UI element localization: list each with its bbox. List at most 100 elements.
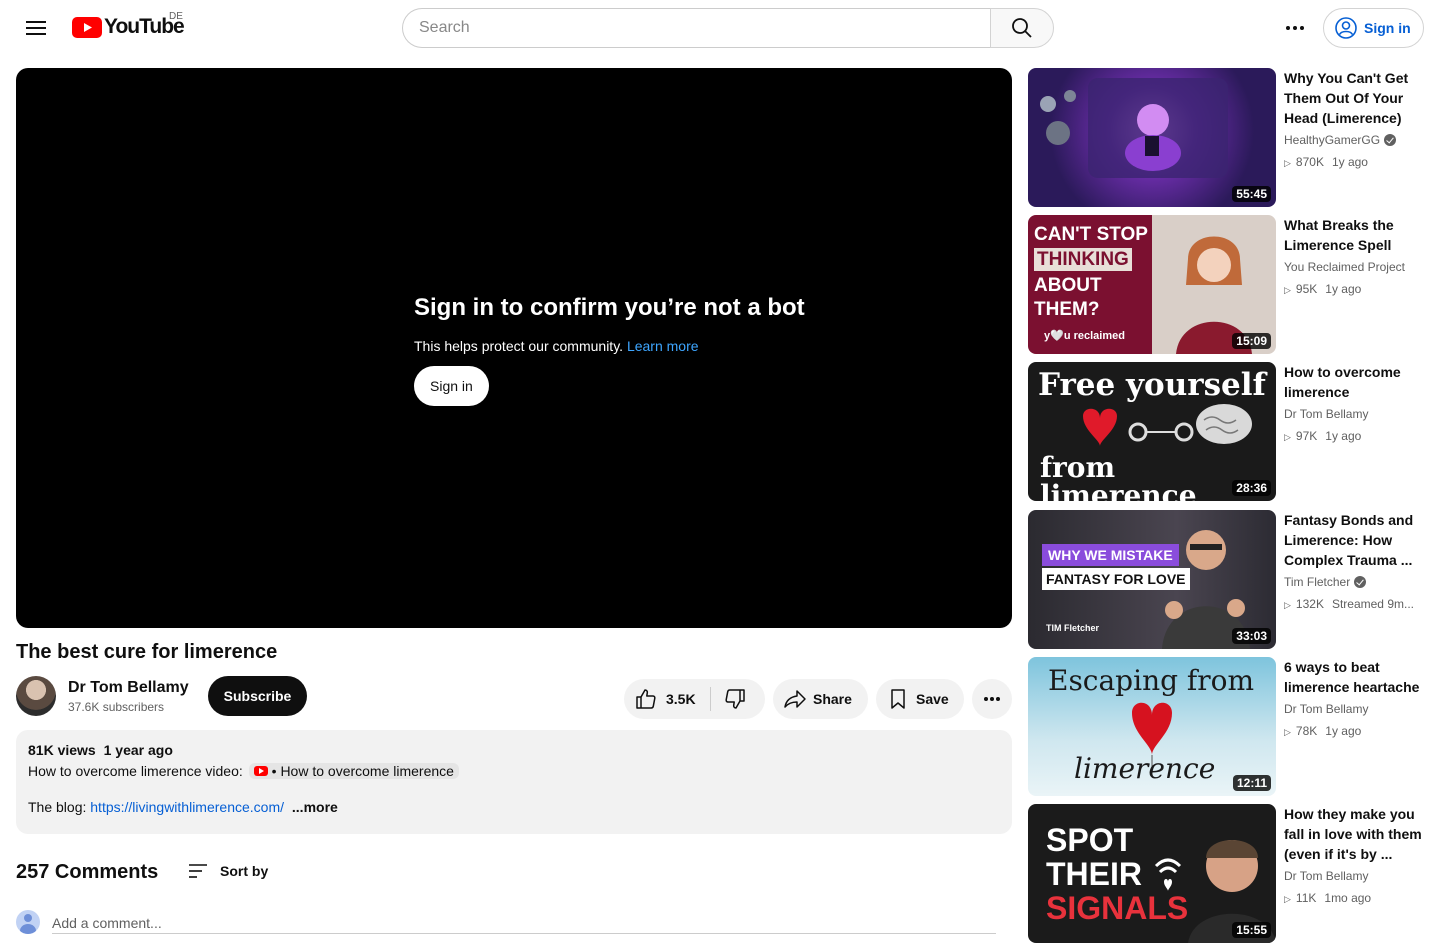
linked-video-chip[interactable]: • How to overcome limerence <box>248 763 459 779</box>
recommendation-channel: HealthyGamerGG <box>1284 133 1424 147</box>
video-player[interactable]: Sign in to confirm you’re not a bot This… <box>16 68 1012 628</box>
gate-sign-in-button[interactable]: Sign in <box>414 366 489 406</box>
comments-count: 257 Comments <box>16 861 159 883</box>
region-code: DE <box>169 11 183 22</box>
duration-badge: 28:36 <box>1232 480 1271 496</box>
video-thumbnail[interactable]: 55:45 <box>1028 68 1276 207</box>
save-label: Save <box>916 691 949 707</box>
recommendation-title: How they make you fall in love with them… <box>1284 806 1422 862</box>
bot-check-gate: Sign in to confirm you’re not a bot This… <box>414 294 834 406</box>
video-title: The best cure for limerence <box>16 641 278 663</box>
age-label: 1y ago <box>1325 282 1362 296</box>
share-button[interactable]: Share <box>773 679 868 719</box>
recommendation-channel: You Reclaimed Project <box>1284 260 1424 274</box>
recommendation-channel: Tim Fletcher <box>1284 575 1424 589</box>
video-thumbnail[interactable]: SPOT THEIR SIGNALS 15:55 <box>1028 804 1276 943</box>
comment-input[interactable] <box>52 912 996 934</box>
description-blog-line: The blog: https://livingwithlimerence.co… <box>28 799 1000 815</box>
share-label: Share <box>813 691 852 707</box>
recommendation-meta: ▷ 870K 1y ago <box>1284 155 1424 169</box>
views-play-icon: ▷ <box>1284 600 1291 610</box>
thumb-text-line: ABOUT <box>1034 275 1102 296</box>
recommendation-info: Why You Can't Get Them Out Of Your Head … <box>1284 68 1424 169</box>
channel-name[interactable]: Dr Tom Bellamy <box>68 679 189 697</box>
recommendation-item[interactable]: WHY WE MISTAKE FANTASY FOR LOVE TIM Flet… <box>1028 510 1428 649</box>
thumb-text-line: WHY WE MISTAKE <box>1042 544 1179 566</box>
recommendation-channel: Dr Tom Bellamy <box>1284 407 1424 421</box>
age-label: Streamed 9m... <box>1331 597 1414 611</box>
comments-header: 257 Comments Sort by <box>16 857 1012 887</box>
recommendation-channel: Dr Tom Bellamy <box>1284 869 1424 883</box>
show-more-button[interactable]: ...more <box>292 799 338 815</box>
search-button[interactable] <box>990 8 1054 48</box>
thumb-text-line: Escaping from <box>1048 664 1255 697</box>
recommendation-meta: ▷ 97K 1y ago <box>1284 429 1424 443</box>
more-actions-icon[interactable] <box>972 679 1012 719</box>
youtube-mini-icon <box>253 766 268 776</box>
channel-avatar[interactable] <box>16 676 56 716</box>
search-input[interactable] <box>402 8 991 48</box>
dislike-button[interactable] <box>711 687 759 711</box>
recommendation-channel: Dr Tom Bellamy <box>1284 702 1424 716</box>
owner-row: Dr Tom Bellamy 37.6K subscribers Subscri… <box>16 676 1012 720</box>
recommendation-title: How to overcome limerence <box>1284 364 1401 400</box>
recommendation-title: Why You Can't Get Them Out Of Your Head … <box>1284 70 1409 126</box>
recommendation-item[interactable]: 55:45 Why You Can't Get Them Out Of Your… <box>1028 68 1428 207</box>
blog-prefix: The blog: <box>28 799 87 815</box>
recommendation-title: 6 ways to beat limerence heartache <box>1284 659 1420 695</box>
recommendation-item[interactable]: Escaping from limerence 12:11 6 ways to … <box>1028 657 1428 796</box>
recommendation-meta: ▷ 11K 1mo ago <box>1284 891 1424 905</box>
recommendation-info: 6 ways to beat limerence heartache Dr To… <box>1284 657 1424 738</box>
thumb-text-line: FANTASY FOR LOVE <box>1042 568 1190 590</box>
like-dislike-group: 3.5K <box>624 679 765 719</box>
thumb-brand: TIM Fletcher <box>1046 623 1100 633</box>
views-play-icon: ▷ <box>1284 894 1291 904</box>
channel-label: HealthyGamerGG <box>1284 133 1381 147</box>
video-thumbnail[interactable]: Escaping from limerence 12:11 <box>1028 657 1276 796</box>
subscribe-button[interactable]: Subscribe <box>208 676 307 716</box>
recommendation-item[interactable]: SPOT THEIR SIGNALS 15:55 How they make y… <box>1028 804 1428 943</box>
channel-label: Dr Tom Bellamy <box>1284 869 1369 883</box>
duration-badge: 15:09 <box>1232 333 1271 349</box>
views-label: 78K <box>1295 724 1318 738</box>
description-box[interactable]: 81K views 1 year ago How to overcome lim… <box>16 730 1012 834</box>
thumbs-up-icon <box>636 689 656 709</box>
channel-label: Tim Fletcher <box>1284 575 1351 589</box>
duration-badge: 15:55 <box>1232 922 1271 938</box>
sort-by-button[interactable]: Sort by <box>186 859 268 883</box>
video-thumbnail[interactable]: Free yourself from limerence 28:36 <box>1028 362 1276 501</box>
gate-title: Sign in to confirm you’re not a bot <box>414 294 805 321</box>
recommendation-title: Fantasy Bonds and Limerence: How Complex… <box>1284 512 1414 568</box>
sort-by-label: Sort by <box>220 863 269 879</box>
like-button[interactable]: 3.5K <box>624 687 711 711</box>
thumbs-down-icon <box>725 689 745 709</box>
blog-link[interactable]: https://livingwithlimerence.com/ <box>90 799 284 815</box>
sign-in-button[interactable]: Sign in <box>1323 8 1424 48</box>
views-play-icon: ▷ <box>1284 432 1291 442</box>
youtube-logo[interactable]: YouTube DE <box>72 11 185 39</box>
settings-more-icon[interactable] <box>1278 12 1312 44</box>
age-label: 1y ago <box>1331 155 1368 169</box>
thumb-text-line: THEM? <box>1034 299 1100 320</box>
age-label: 1y ago <box>1325 724 1362 738</box>
youtube-play-icon <box>72 16 102 38</box>
save-button[interactable]: Save <box>876 679 964 719</box>
views-play-icon: ▷ <box>1284 285 1291 295</box>
views-play-icon: ▷ <box>1284 727 1291 737</box>
recommendation-title: What Breaks the Limerence Spell <box>1284 217 1394 253</box>
channel-label: Dr Tom Bellamy <box>1284 702 1369 716</box>
video-thumbnail[interactable]: WHY WE MISTAKE FANTASY FOR LOVE TIM Flet… <box>1028 510 1276 649</box>
thumb-text-line: limerence <box>1074 752 1216 785</box>
learn-more-link[interactable]: Learn more <box>627 338 699 354</box>
views-label: 11K <box>1295 891 1317 905</box>
video-thumbnail[interactable]: CAN'T STOP THINKING ABOUT THEM? y🤍u recl… <box>1028 215 1276 354</box>
search-bar <box>402 8 1054 48</box>
views-label: 95K <box>1295 282 1318 296</box>
hamburger-menu-icon[interactable] <box>20 12 52 44</box>
recommendation-item[interactable]: CAN'T STOP THINKING ABOUT THEM? y🤍u recl… <box>1028 215 1428 354</box>
description-text: How to overcome limerence video: <box>28 763 243 779</box>
recommendation-info: How they make you fall in love with them… <box>1284 804 1424 905</box>
recommendation-item[interactable]: Free yourself from limerence 28:36 How t… <box>1028 362 1428 501</box>
duration-badge: 12:11 <box>1232 775 1271 791</box>
thumb-text-line: Free yourself <box>1038 367 1266 403</box>
